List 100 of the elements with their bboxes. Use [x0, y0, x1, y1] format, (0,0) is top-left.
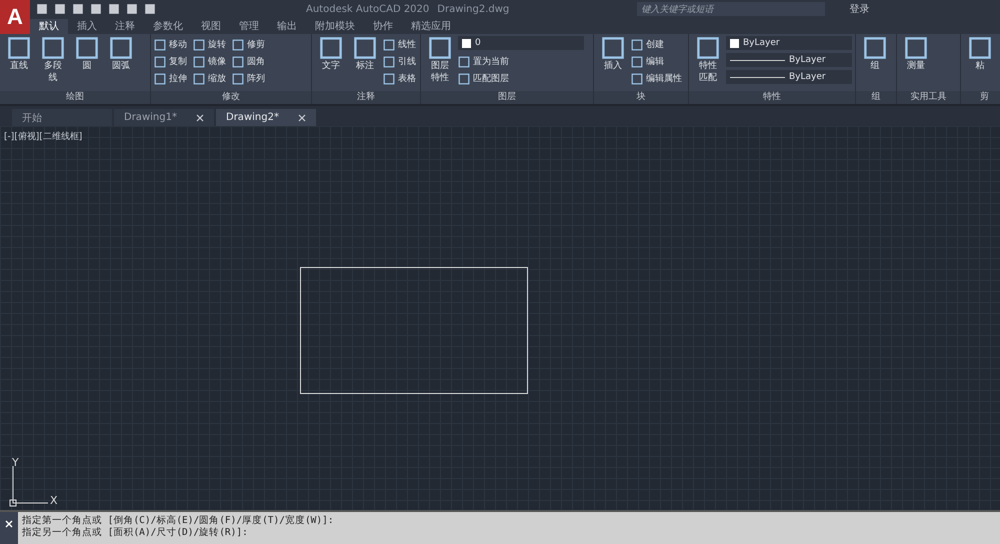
tool-icon — [353, 36, 377, 60]
command-history-line: 指定第一个角点或 [倒角(C)/标高(E)/圆角(F)/厚度(T)/宽度(W)]: — [22, 515, 334, 527]
dropdown[interactable]: ByLayer — [726, 36, 852, 50]
viewport-label[interactable]: [-][俯视][二维线框] — [4, 130, 82, 143]
panel-title[interactable]: 实用工具 — [897, 91, 960, 104]
line-sample — [730, 76, 785, 78]
tool-button[interactable]: 移动 — [154, 36, 187, 53]
tool-button[interactable]: 线性 — [383, 36, 416, 53]
toolbar-icon[interactable] — [54, 3, 66, 15]
tool-button[interactable]: 图层特性 — [424, 36, 456, 89]
tool-icon — [232, 56, 244, 68]
tool-button[interactable]: 复制 — [154, 53, 187, 70]
ribbon-tab[interactable]: 参数化 — [144, 19, 192, 34]
login-link[interactable]: 登录 — [849, 2, 870, 16]
document-tab[interactable]: Drawing1* — [114, 109, 214, 126]
tool-icon — [154, 56, 166, 68]
panel-title[interactable]: 特性 — [689, 91, 855, 104]
tool-button[interactable]: 表格 — [383, 70, 416, 87]
document-tab[interactable]: 开始 — [12, 109, 112, 126]
color-swatch — [462, 38, 471, 48]
tool-button[interactable]: 拉伸 — [154, 70, 187, 87]
tool-icon — [383, 72, 395, 84]
toolbar-icon[interactable] — [72, 3, 84, 15]
tool-button[interactable]: 引线 — [383, 53, 416, 70]
tool-button[interactable]: 多段线 — [37, 36, 69, 89]
tool-button[interactable]: 缩放 — [193, 70, 226, 87]
tool-button[interactable]: 粘 — [964, 36, 996, 89]
tool-button[interactable]: 创建 — [631, 36, 682, 53]
ribbon-tab[interactable]: 协作 — [364, 19, 402, 34]
tool-button[interactable]: 匹配图层 — [458, 70, 584, 87]
panel-title[interactable]: 绘图 — [0, 91, 150, 104]
panel-title[interactable]: 注释 — [312, 91, 420, 104]
drawing-canvas[interactable]: [-][俯视][二维线框] Y X — [0, 126, 1000, 510]
ribbon-tab[interactable]: 插入 — [68, 19, 106, 34]
app-title: Autodesk AutoCAD 2020 — [306, 4, 430, 14]
tool-button[interactable]: 直线 — [3, 36, 35, 89]
tool-button[interactable]: 标注 — [349, 36, 381, 89]
tool-icon — [458, 56, 470, 68]
tool-icon — [383, 38, 395, 50]
tool-icon — [109, 36, 133, 60]
tool-button[interactable]: 圆角 — [232, 53, 265, 70]
ribbon-tab[interactable]: 输出 — [268, 19, 306, 34]
tool-button[interactable]: 圆 — [71, 36, 103, 89]
tool-icon — [631, 56, 643, 68]
tool-button[interactable]: 插入 — [597, 36, 629, 89]
tool-button[interactable]: 测量 — [900, 36, 932, 89]
ribbon-tab[interactable]: 默认 — [30, 19, 68, 34]
ribbon-tab[interactable]: 视图 — [192, 19, 230, 34]
tool-icon — [154, 72, 166, 84]
toolbar-icon[interactable] — [126, 3, 138, 15]
tool-icon — [232, 38, 244, 50]
tool-icon — [154, 38, 166, 50]
tool-button[interactable]: 编辑 — [631, 53, 682, 70]
dropdown[interactable]: 0 — [458, 36, 584, 50]
tool-icon — [863, 36, 887, 60]
toolbar-icon[interactable] — [90, 3, 102, 15]
ribbon-tab[interactable]: 精选应用 — [402, 19, 460, 34]
toolbar-icon[interactable] — [108, 3, 120, 15]
toolbar-icon[interactable] — [36, 3, 48, 15]
tool-button[interactable]: 组 — [859, 36, 891, 89]
tool-button[interactable]: 旋转 — [193, 36, 226, 53]
dropdown[interactable]: ByLayer — [726, 70, 852, 84]
dropdown[interactable]: ByLayer — [726, 53, 852, 67]
panel-title[interactable]: 修改 — [151, 91, 311, 104]
panel-title[interactable]: 图层 — [421, 91, 593, 104]
tool-icon — [41, 36, 65, 60]
tool-button[interactable]: 文字 — [315, 36, 347, 89]
tool-icon — [193, 38, 205, 50]
search-field[interactable]: 键入关键字或短语 — [637, 2, 826, 16]
tool-button[interactable]: 镜像 — [193, 53, 226, 70]
tool-button[interactable]: 特性匹配 — [692, 36, 724, 89]
tool-icon — [193, 56, 205, 68]
tool-icon — [601, 36, 625, 60]
panel-title[interactable]: 块 — [594, 91, 688, 104]
ribbon-tab[interactable]: 附加模块 — [306, 19, 364, 34]
toolbar-icon[interactable] — [144, 3, 156, 15]
ribbon-tab[interactable]: 注释 — [106, 19, 144, 34]
tool-icon — [232, 72, 244, 84]
tool-button[interactable]: 修剪 — [232, 36, 265, 53]
ribbon-tab[interactable]: 管理 — [230, 19, 268, 34]
close-icon[interactable] — [196, 114, 204, 122]
tool-button[interactable]: 阵列 — [232, 70, 265, 87]
tool-icon — [631, 38, 643, 50]
axis-label: Y — [12, 456, 19, 469]
close-icon[interactable] — [298, 114, 306, 122]
tool-button[interactable]: 编辑属性 — [631, 70, 682, 87]
tool-icon — [458, 72, 470, 84]
tool-icon — [193, 72, 205, 84]
tool-button[interactable]: 圆弧 — [105, 36, 137, 89]
panel-title[interactable]: 组 — [856, 91, 896, 104]
axis-label: X — [50, 494, 58, 507]
tool-icon — [968, 36, 992, 60]
tool-icon — [7, 36, 31, 60]
tool-button[interactable]: 置为当前 — [458, 53, 584, 70]
document-tab[interactable]: Drawing2* — [216, 109, 316, 126]
panel-title[interactable]: 剪 — [961, 91, 1000, 104]
command-history-line: 指定另一个角点或 [面积(A)/尺寸(D)/旋转(R)]: — [22, 527, 249, 539]
tool-icon — [383, 56, 395, 68]
app-logo[interactable]: A — [0, 0, 30, 34]
tool-icon — [319, 36, 343, 60]
